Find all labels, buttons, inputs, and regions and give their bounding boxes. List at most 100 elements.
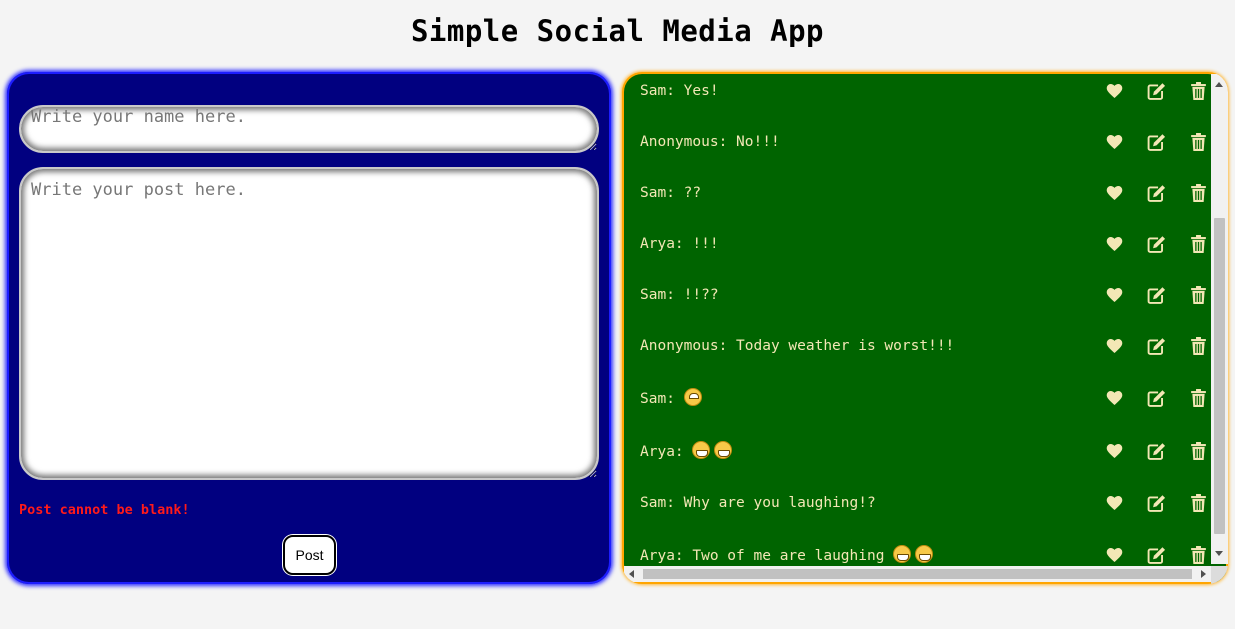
name-input[interactable] [19, 105, 599, 153]
trash-icon[interactable] [1188, 285, 1208, 305]
compose-panel: Post cannot be blank! Post [7, 72, 611, 584]
post-text: Sam: ?? [640, 185, 1082, 201]
post-actions [1082, 285, 1208, 305]
feed-post: Sam: !!?? [624, 269, 1208, 320]
post-actions [1082, 81, 1208, 101]
heart-icon[interactable] [1104, 234, 1124, 254]
post-author: Arya: [640, 235, 693, 252]
edit-icon[interactable] [1146, 336, 1166, 356]
grinning-emoji-icon [714, 441, 733, 459]
edit-icon[interactable] [1146, 234, 1166, 254]
edit-icon[interactable] [1146, 285, 1166, 305]
post-author: Sam: [640, 184, 684, 201]
post-input[interactable] [19, 167, 599, 480]
trash-icon[interactable] [1188, 493, 1208, 513]
post-actions [1082, 441, 1208, 461]
error-message: Post cannot be blank! [19, 502, 190, 518]
feed-post: Sam: Yes! [624, 74, 1208, 116]
edit-icon[interactable] [1146, 441, 1166, 461]
trash-icon[interactable] [1188, 234, 1208, 254]
post-text: Sam: !!?? [640, 287, 1082, 303]
post-text: Arya: [640, 441, 1082, 460]
heart-icon[interactable] [1104, 388, 1124, 408]
feed-post: Sam: [624, 371, 1208, 424]
post-body: Today weather is worst!!! [736, 337, 955, 354]
trash-icon[interactable] [1188, 545, 1208, 565]
heart-icon[interactable] [1104, 336, 1124, 356]
grinning-emoji-icon [692, 441, 711, 459]
heart-icon[interactable] [1104, 81, 1124, 101]
heart-icon[interactable] [1104, 441, 1124, 461]
vertical-scrollbar[interactable] [1211, 74, 1228, 564]
edit-icon[interactable] [1146, 132, 1166, 152]
eye-roll-emoji-icon [683, 388, 702, 406]
post-text: Arya: Two of me are laughing [640, 545, 1082, 564]
post-text: Sam: [640, 388, 1082, 407]
feed-post: Sam: Why are you laughing!? [624, 477, 1208, 528]
heart-icon[interactable] [1104, 285, 1124, 305]
feed-post: Anonymous: No!!! [624, 116, 1208, 167]
feed-scroll-area[interactable]: Sam: Yes! Anonymous: No!!! Sam: ?? Arya: !!… [624, 74, 1226, 582]
scroll-up-icon[interactable] [1215, 82, 1223, 87]
post-body: No!!! [736, 133, 780, 150]
edit-icon[interactable] [1146, 81, 1166, 101]
edit-icon[interactable] [1146, 388, 1166, 408]
heart-icon[interactable] [1104, 183, 1124, 203]
trash-icon[interactable] [1188, 183, 1208, 203]
post-actions [1082, 132, 1208, 152]
heart-icon[interactable] [1104, 545, 1124, 565]
feed-post: Sam: ?? [624, 167, 1208, 218]
edit-icon[interactable] [1146, 493, 1166, 513]
post-body: !!! [692, 235, 719, 252]
feed-post: Arya: [624, 424, 1208, 477]
heart-icon[interactable] [1104, 132, 1124, 152]
post-actions [1082, 388, 1208, 408]
post-author: Sam: [640, 82, 684, 99]
horizontal-scroll-thumb[interactable] [643, 569, 1192, 579]
post-body: ?? [683, 184, 702, 201]
edit-icon[interactable] [1146, 183, 1166, 203]
post-author: Sam: [640, 494, 684, 511]
trash-icon[interactable] [1188, 388, 1208, 408]
post-author: Anonymous: [640, 133, 737, 150]
post-text: Sam: Yes! [640, 83, 1082, 99]
trash-icon[interactable] [1188, 81, 1208, 101]
feed-panel: Sam: Yes! Anonymous: No!!! Sam: ?? Arya: !!… [622, 72, 1228, 584]
post-button[interactable]: Post [283, 535, 336, 575]
post-body: Yes! [683, 82, 719, 99]
heart-icon[interactable] [1104, 493, 1124, 513]
feed-list: Sam: Yes! Anonymous: No!!! Sam: ?? Arya: !!… [624, 74, 1208, 581]
scroll-left-icon[interactable] [629, 570, 634, 578]
scroll-down-icon[interactable] [1215, 551, 1223, 556]
vertical-scroll-thumb[interactable] [1214, 218, 1225, 534]
post-actions [1082, 183, 1208, 203]
post-actions [1082, 234, 1208, 254]
grinning-emoji-icon [915, 545, 934, 563]
post-author: Arya: [640, 444, 693, 460]
post-actions [1082, 545, 1208, 565]
post-actions [1082, 493, 1208, 513]
post-author: Anonymous: [640, 337, 737, 354]
post-text: Sam: Why are you laughing!? [640, 495, 1082, 511]
post-text: Anonymous: Today weather is worst!!! [640, 338, 1082, 354]
post-author: Arya: [640, 548, 693, 564]
post-author: Sam: [640, 391, 684, 407]
horizontal-scrollbar[interactable] [624, 566, 1211, 582]
scroll-right-icon[interactable] [1201, 570, 1206, 578]
feed-post: Arya: !!! [624, 218, 1208, 269]
post-actions [1082, 336, 1208, 356]
grinning-emoji-icon [893, 545, 912, 563]
post-text: Arya: !!! [640, 236, 1082, 252]
trash-icon[interactable] [1188, 132, 1208, 152]
trash-icon[interactable] [1188, 336, 1208, 356]
post-text: Anonymous: No!!! [640, 134, 1082, 150]
post-body: Two of me are laughing [692, 548, 894, 564]
post-author: Sam: [640, 286, 684, 303]
post-body: Why are you laughing!? [683, 494, 876, 511]
trash-icon[interactable] [1188, 441, 1208, 461]
scroll-corner [1211, 566, 1228, 584]
post-body: !!?? [683, 286, 719, 303]
app-title: Simple Social Media App [410, 14, 825, 48]
edit-icon[interactable] [1146, 545, 1166, 565]
feed-post: Anonymous: Today weather is worst!!! [624, 320, 1208, 371]
